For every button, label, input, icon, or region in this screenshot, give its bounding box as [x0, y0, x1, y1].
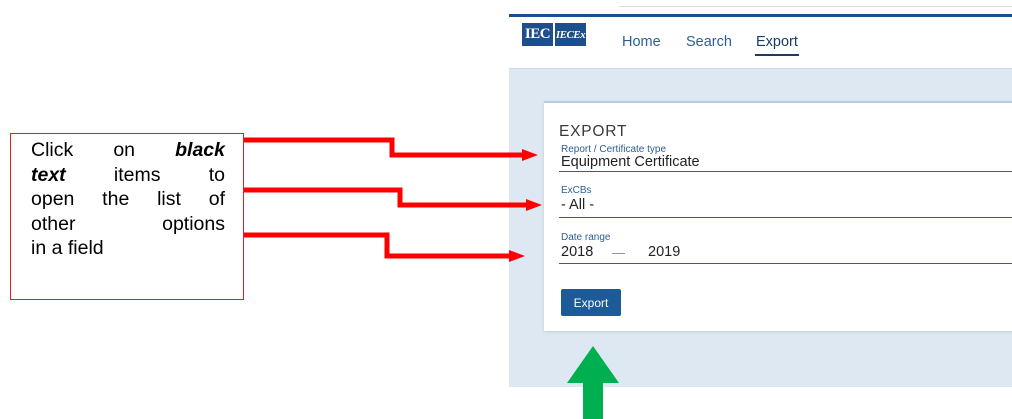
page-title: EXPORT	[559, 123, 628, 140]
callout-line-5: in a field	[31, 237, 104, 259]
export-page-window: IEC IECEx Home Search Export EXPORT Repo…	[509, 0, 1012, 387]
date-range-separator: —	[612, 245, 625, 260]
red-arrow-report-type	[244, 137, 522, 158]
date-range-label: Date range	[561, 232, 611, 243]
browser-top-band	[509, 0, 1012, 14]
iec-logo-text: IEC	[524, 26, 551, 42]
callout-line-4: other options	[31, 212, 225, 235]
iecex-logo[interactable]: IECEx	[555, 23, 586, 46]
excbs-select[interactable]: - All -	[561, 197, 594, 213]
nav-search-link[interactable]: Search	[686, 34, 732, 50]
callout-line-1: Click on black	[31, 138, 225, 163]
callout-line-3: open the list of	[31, 188, 225, 210]
callout-line-2: text items to	[31, 163, 225, 188]
nav-home-link[interactable]: Home	[622, 34, 661, 50]
report-type-select[interactable]: Equipment Certificate	[561, 154, 700, 170]
iec-logo[interactable]: IEC	[522, 23, 553, 46]
callout-emphasis-black: black	[175, 139, 225, 161]
excbs-label: ExCBs	[561, 185, 592, 196]
nav-export-link[interactable]: Export	[756, 34, 798, 50]
divider	[619, 6, 1012, 7]
excbs-underline	[559, 217, 1012, 218]
active-tab-underline	[755, 54, 799, 56]
red-arrow-date-range	[244, 232, 509, 259]
callout-line-1-text: Click on	[31, 139, 176, 161]
report-type-underline	[559, 171, 1012, 172]
export-button[interactable]: Export	[561, 289, 621, 316]
date-range-underline	[559, 263, 1012, 264]
instruction-callout: Click on black text items to open the li…	[10, 133, 244, 300]
date-from-select[interactable]: 2018	[561, 244, 593, 260]
callout-emphasis-text: text	[31, 163, 66, 186]
stage: IEC IECEx Home Search Export EXPORT Repo…	[0, 0, 1012, 419]
callout-line-2-text: items to	[65, 163, 225, 186]
export-form-card: EXPORT Report / Certificate type Equipme…	[544, 101, 1012, 331]
iecex-logo-text: IECEx	[555, 28, 586, 41]
red-arrow-excbs	[244, 187, 526, 208]
date-to-select[interactable]: 2019	[648, 244, 680, 260]
